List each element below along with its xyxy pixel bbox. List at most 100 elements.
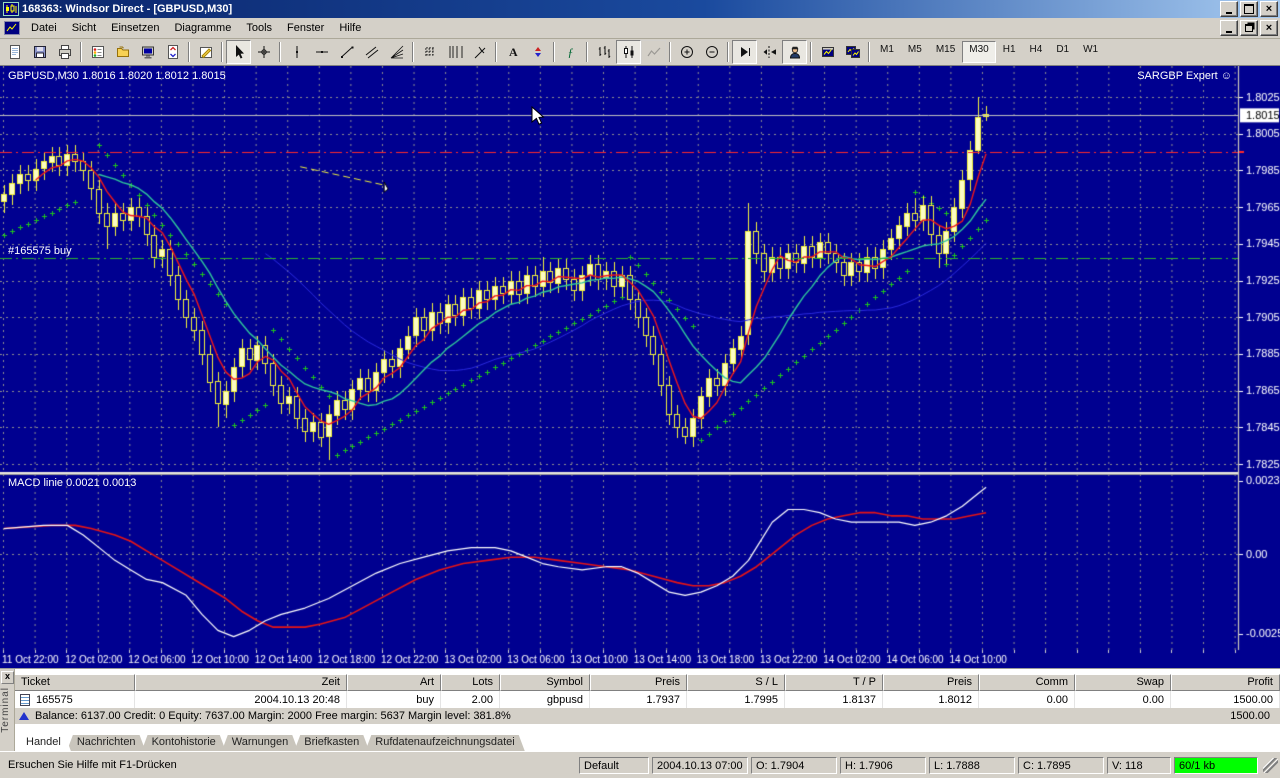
order-cell: 2004.10.13 20:48 [135, 691, 347, 708]
channel-button[interactable] [359, 40, 384, 64]
column-header-ticket[interactable]: Ticket [14, 674, 135, 691]
profile-a-icon [820, 44, 836, 60]
candle-chart-icon [621, 44, 637, 60]
column-header-tp[interactable]: T / P [785, 674, 883, 691]
order-row[interactable]: 1655752004.10.13 20:48buy2.00gbpusd1.793… [14, 691, 1280, 708]
timeframe-m5-button[interactable]: M5 [901, 41, 929, 63]
column-header-zeit[interactable]: Zeit [135, 674, 347, 691]
profile-a-button[interactable] [815, 40, 840, 64]
arrow-styles-button[interactable] [525, 40, 550, 64]
metaeditor-button[interactable] [193, 40, 218, 64]
terminal-tab-nachrichten[interactable]: Nachrichten [67, 735, 146, 751]
indicators-button[interactable]: ƒ [558, 40, 583, 64]
new-order-button[interactable] [160, 40, 185, 64]
zoom-out-icon [704, 44, 720, 60]
grid-button[interactable] [417, 40, 442, 64]
new-chart-button[interactable] [2, 40, 27, 64]
timeframe-m1-button[interactable]: M1 [873, 41, 901, 63]
terminal-tab-handel[interactable]: Handel [16, 735, 71, 751]
price-chart-canvas[interactable] [0, 66, 1280, 668]
fibonacci-icon [389, 44, 405, 60]
vertical-line-button[interactable] [284, 40, 309, 64]
menu-item-diagramme[interactable]: Diagramme [167, 19, 239, 37]
terminal-button[interactable] [135, 40, 160, 64]
print-button[interactable] [52, 40, 77, 64]
maximize-button[interactable] [1240, 1, 1258, 17]
zoom-in-button[interactable] [674, 40, 699, 64]
status-segment: V: 118 [1107, 757, 1171, 774]
column-header-sl[interactable]: S / L [687, 674, 785, 691]
cycle-lines-button[interactable] [442, 40, 467, 64]
order-cell: 1500.00 [1171, 691, 1280, 708]
column-header-swap[interactable]: Swap [1075, 674, 1171, 691]
line-chart-button[interactable] [641, 40, 666, 64]
market-watch-button[interactable] [85, 40, 110, 64]
terminal-tab-kontohistorie[interactable]: Kontohistorie [142, 735, 226, 751]
terminal-tab-briefkasten[interactable]: Briefkasten [294, 735, 369, 751]
order-cell: 1.7937 [590, 691, 687, 708]
menu-item-tools[interactable]: Tools [239, 19, 280, 37]
zoom-out-button[interactable] [699, 40, 724, 64]
menu-item-datei[interactable]: Datei [24, 19, 65, 37]
order-cell: buy [347, 691, 441, 708]
column-header-symbol[interactable]: Symbol [500, 674, 590, 691]
column-header-profit[interactable]: Profit [1171, 674, 1280, 691]
total-profit: 1500.00 [1230, 710, 1280, 722]
terminal-panel: x Terminal TicketZeitArtLotsSymbolPreisS… [0, 668, 1280, 751]
pitchfork-button[interactable] [467, 40, 492, 64]
toolbar-separator [80, 42, 82, 62]
chart-area[interactable]: GBPUSD,M30 1.8016 1.8020 1.8012 1.8015 S… [0, 66, 1280, 668]
fibonacci-button[interactable] [384, 40, 409, 64]
menu-item-hilfe[interactable]: Hilfe [332, 19, 369, 37]
trendline-button[interactable] [334, 40, 359, 64]
chart-shift-button[interactable] [757, 40, 782, 64]
status-segment: H: 1.7906 [840, 757, 926, 774]
terminal-tab-rufdatenaufzeichnungsdatei[interactable]: Rufdatenaufzeichnungsdatei [365, 735, 524, 751]
menu-item-fenster[interactable]: Fenster [280, 19, 332, 37]
terminal-tab-warnungen[interactable]: Warnungen [222, 735, 298, 751]
expert-advisors-button[interactable] [782, 40, 807, 64]
cursor-icon [231, 44, 247, 60]
terminal-close-button[interactable]: x [1, 671, 14, 684]
resize-grip[interactable] [1263, 758, 1278, 773]
column-header-comm[interactable]: Comm [979, 674, 1075, 691]
timeframe-w1-button[interactable]: W1 [1076, 41, 1105, 63]
timeframe-h1-button[interactable]: H1 [996, 41, 1023, 63]
crosshair-button[interactable] [251, 40, 276, 64]
child-close-button[interactable]: × [1260, 20, 1278, 36]
child-restore-button[interactable] [1240, 20, 1258, 36]
navigator-button[interactable] [110, 40, 135, 64]
menu-item-sicht[interactable]: Sicht [65, 19, 104, 37]
timeframe-m15-button[interactable]: M15 [929, 41, 962, 63]
text-label-button[interactable]: A [500, 40, 525, 64]
horizontal-line-button[interactable] [309, 40, 334, 64]
minimize-button[interactable] [1220, 1, 1238, 17]
toolbar-separator [412, 42, 414, 62]
timeframe-d1-button[interactable]: D1 [1049, 41, 1076, 63]
child-minimize-button[interactable] [1220, 20, 1238, 36]
toolbar-separator [810, 42, 812, 62]
bar-chart-button[interactable] [591, 40, 616, 64]
timeframe-m30-button[interactable]: M30 [962, 41, 995, 63]
menu-item-einsetzen[interactable]: Einsetzen [104, 19, 167, 37]
auto-scroll-button[interactable] [732, 40, 757, 64]
chart-window-icon [4, 21, 20, 35]
profile-b-button[interactable] [840, 40, 865, 64]
column-header-preis[interactable]: Preis [883, 674, 979, 691]
timeframe-h4-button[interactable]: H4 [1023, 41, 1050, 63]
profile-b-icon [845, 44, 861, 60]
column-header-art[interactable]: Art [347, 674, 441, 691]
print-icon [57, 44, 73, 60]
close-button[interactable]: × [1260, 1, 1278, 17]
metaeditor-icon [198, 44, 214, 60]
column-header-lots[interactable]: Lots [441, 674, 500, 691]
status-segment: Default [579, 757, 649, 774]
column-header-preis[interactable]: Preis [590, 674, 687, 691]
toolbar-separator [727, 42, 729, 62]
toolbar-separator [221, 42, 223, 62]
toolbar-separator [868, 42, 870, 62]
cursor-button[interactable] [226, 40, 251, 64]
save-button[interactable] [27, 40, 52, 64]
candle-chart-button[interactable] [616, 40, 641, 64]
expert-advisors-icon [787, 44, 803, 60]
